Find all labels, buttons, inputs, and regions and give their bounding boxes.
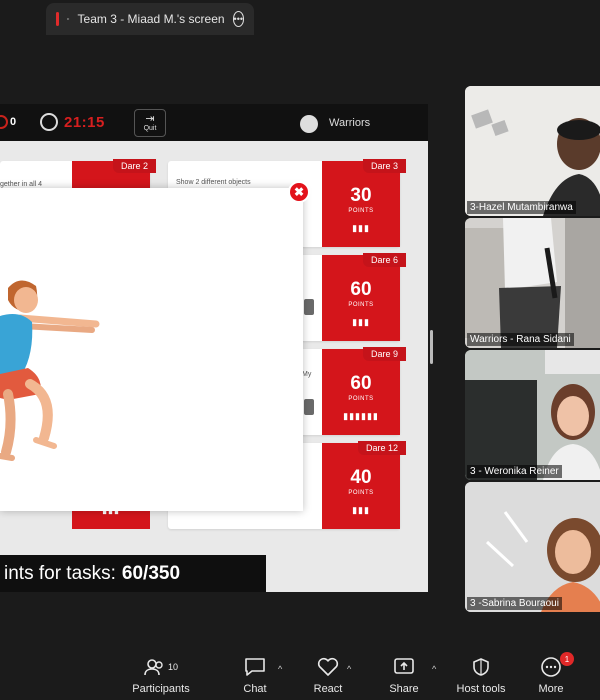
chat-label: Chat bbox=[243, 683, 267, 695]
task-action-button[interactable] bbox=[304, 299, 314, 315]
dare-points: 30 bbox=[350, 185, 372, 206]
participant-name: 3 - Weronika Reiner bbox=[467, 465, 562, 478]
quit-button[interactable]: ⇥ Quit bbox=[134, 109, 166, 137]
app-logo-icon bbox=[56, 12, 59, 26]
share-label: Share bbox=[389, 683, 419, 695]
game-header: 0 21:15 ⇥ Quit Warriors bbox=[0, 104, 428, 141]
shared-screen-title: Team 3 - Miaad M.'s screen bbox=[77, 12, 225, 26]
score-icon bbox=[0, 115, 8, 129]
points-label: ints for tasks: bbox=[4, 563, 116, 584]
participant-video bbox=[465, 482, 600, 612]
dare-badge[interactable]: Dare 12 40 POINTS ▮▮▮ bbox=[322, 441, 406, 529]
participant-name: Warriors - Rana Sidani bbox=[467, 333, 574, 346]
dare-tag: Dare 9 bbox=[362, 347, 406, 361]
more-button[interactable]: 1 More bbox=[534, 652, 574, 695]
dare-badge[interactable]: Dare 6 60 POINTS ▮▮▮ bbox=[322, 253, 406, 341]
video-tile[interactable]: 3 -Sabrina Bouraoui bbox=[465, 482, 600, 612]
squat-illustration bbox=[0, 280, 100, 461]
stopwatch-icon bbox=[40, 113, 58, 131]
shared-screen: 0 21:15 ⇥ Quit Warriors gether in all 4 … bbox=[0, 104, 428, 592]
share-button[interactable]: Share bbox=[386, 656, 422, 695]
participants-icon: 10 bbox=[132, 656, 190, 678]
meeting-toolbar: 10 Participants Chat ^ React ^ Share ^ H… bbox=[0, 650, 600, 700]
people-icons: ▮▮▮▮▮▮ bbox=[343, 411, 379, 421]
dare-tag: Dare 6 bbox=[362, 253, 406, 267]
share-icon bbox=[386, 656, 422, 678]
participant-video bbox=[465, 350, 600, 480]
notification-badge: 1 bbox=[560, 652, 574, 666]
resize-handle[interactable] bbox=[430, 330, 433, 364]
host-tools-button[interactable]: Host tools bbox=[455, 656, 507, 695]
people-icons: ▮▮▮ bbox=[352, 223, 370, 233]
participants-button[interactable]: 10 Participants bbox=[132, 656, 190, 695]
participants-label: Participants bbox=[132, 683, 190, 695]
chat-icon bbox=[238, 656, 272, 678]
chevron-up-icon[interactable]: ^ bbox=[432, 664, 436, 674]
quit-label: Quit bbox=[143, 125, 157, 132]
exit-icon: ⇥ bbox=[145, 113, 155, 125]
dare-points: 60 bbox=[350, 279, 372, 300]
host-tools-label: Host tools bbox=[456, 683, 506, 695]
people-icons: ▮▮▮ bbox=[352, 317, 370, 327]
shield-icon bbox=[455, 656, 507, 678]
participant-name: 3-Hazel Mutambiranwa bbox=[467, 201, 576, 214]
participants-count: 10 bbox=[167, 662, 178, 672]
dare-tag: Dare 3 bbox=[362, 159, 406, 173]
more-icon: 1 bbox=[534, 652, 574, 678]
dare-points-unit: POINTS bbox=[348, 396, 374, 402]
meeting-window: Team 3 - Miaad M.'s screen ••• 0 21:15 ⇥… bbox=[0, 0, 600, 700]
dare-points-unit: POINTS bbox=[348, 302, 374, 308]
more-label: More bbox=[538, 683, 564, 695]
score-value: 0 bbox=[10, 116, 17, 128]
dare-badge[interactable]: Dare 9 60 POINTS ▮▮▮▮▮▮ bbox=[322, 347, 406, 435]
participant-video bbox=[465, 86, 600, 216]
close-icon[interactable]: ✖ bbox=[288, 181, 310, 203]
participant-name: 3 -Sabrina Bouraoui bbox=[467, 597, 562, 610]
speaker-icon bbox=[67, 17, 69, 21]
participant-video bbox=[465, 218, 600, 348]
points-value: 60/350 bbox=[121, 563, 181, 584]
points-summary: ints for tasks: 60/350 bbox=[0, 555, 266, 592]
chat-button[interactable]: Chat bbox=[238, 656, 272, 695]
shared-screen-tab[interactable]: Team 3 - Miaad M.'s screen ••• bbox=[46, 3, 254, 35]
react-button[interactable]: React bbox=[311, 656, 345, 695]
video-tile[interactable]: 3 - Weronika Reiner bbox=[465, 350, 600, 480]
heart-icon bbox=[311, 656, 345, 678]
dare-badge[interactable]: Dare 3 30 POINTS ▮▮▮ bbox=[322, 159, 406, 247]
dare-points-unit: POINTS bbox=[348, 490, 374, 496]
dare-points: 40 bbox=[350, 467, 372, 488]
video-tile[interactable]: Warriors - Rana Sidani bbox=[465, 218, 600, 348]
people-icons: ▮▮▮ bbox=[352, 505, 370, 515]
team-icon bbox=[300, 115, 318, 133]
more-options-icon[interactable]: ••• bbox=[232, 11, 244, 27]
task-action-button[interactable] bbox=[304, 399, 314, 415]
dare-points: 60 bbox=[350, 373, 372, 394]
react-label: React bbox=[313, 683, 343, 695]
dare-points-unit: POINTS bbox=[348, 208, 374, 214]
chevron-up-icon[interactable]: ^ bbox=[347, 664, 351, 674]
team-name: Warriors bbox=[329, 117, 371, 129]
dare-tag: Dare 12 bbox=[357, 441, 406, 455]
exercise-modal bbox=[0, 188, 303, 511]
chevron-up-icon[interactable]: ^ bbox=[278, 664, 282, 674]
timer: 21:15 bbox=[64, 114, 105, 131]
video-tile[interactable]: 3-Hazel Mutambiranwa bbox=[465, 86, 600, 216]
dare-tag: Dare 2 bbox=[112, 159, 156, 173]
